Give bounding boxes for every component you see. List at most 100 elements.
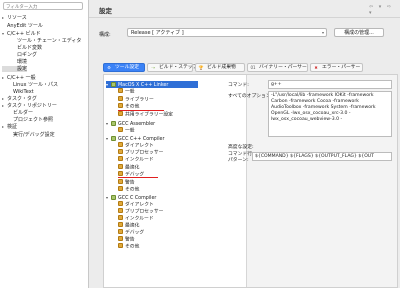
sidebar-item[interactable]: ▸ タスク・リポジトリー (2, 103, 57, 109)
tree-option-node[interactable]: その他 (118, 243, 198, 250)
sidebar-item[interactable]: WikiText (2, 89, 34, 95)
tab-3[interactable]: 01 バイナリー・パーサー (247, 63, 308, 72)
sidebar-item-label: WikiText (13, 89, 34, 95)
sidebar-item-label: タスク・タグ (7, 96, 37, 102)
all-options-label: すべてのオプション: (228, 94, 273, 99)
tree-node-label: プリプロセッサー (125, 150, 164, 156)
settings-category-icon (118, 96, 123, 101)
tree-node-label: ダイアレクト (125, 143, 154, 149)
tab-icon: 🏆 (198, 65, 204, 70)
sidebar-item-label: 実行/デバッグ設定 (13, 132, 55, 138)
tab-1[interactable]: ⇢ ビルド・ステップ (147, 63, 197, 72)
filter-input[interactable] (3, 2, 83, 10)
tree-tool-node[interactable]: ▾ GCC C Compiler (106, 194, 198, 201)
sidebar-item-label: C/C++ 一般 (7, 75, 36, 81)
tree-option-node[interactable]: 共用ライブラリー設定 (118, 111, 198, 118)
settings-category-icon (118, 208, 123, 213)
settings-category-icon (118, 179, 123, 184)
tree-node-label: 最適化 (125, 165, 140, 171)
command-label: コマンド: (228, 83, 249, 88)
tree-option-node[interactable]: 一般 (118, 88, 198, 95)
sidebar-item[interactable]: 環境 (2, 59, 27, 65)
tree-node-label: その他 (125, 104, 140, 110)
tab-4[interactable]: ✖ エラー・パーサー (310, 63, 363, 72)
sidebar-item[interactable]: ▸ タスク・タグ (2, 96, 37, 102)
settings-category-icon (118, 149, 123, 154)
sidebar-item[interactable]: ▸ 検証 (2, 124, 17, 130)
tree-node-label: 一般 (125, 128, 135, 134)
tree-option-node[interactable]: 最適化 (118, 164, 198, 171)
tool-icon (111, 135, 116, 141)
settings-category-icon (118, 201, 123, 206)
tree-tool-node[interactable]: ▾ MacOS X C++ Linker (106, 81, 198, 88)
sidebar-item[interactable]: ▾ C/C++ ビルド (2, 31, 41, 37)
tool-icon (111, 81, 116, 87)
command-pattern-field[interactable]: ${COMMAND} ${FLAGS} ${OUTPUT_FLAG} ${OUT (252, 152, 392, 161)
tree-option-node[interactable]: ダイアレクト (118, 142, 198, 149)
sidebar-item[interactable]: ビルド変数 (2, 45, 42, 51)
tree-node-label: 一般 (125, 89, 135, 95)
sidebar-item[interactable]: Linux ツール・パス (2, 82, 58, 88)
sidebar-item-label: C/C++ ビルド (7, 31, 41, 37)
tab-icon: 01 (250, 65, 256, 70)
tree-node-label: その他 (125, 244, 140, 250)
tab-icon: ⇢ (151, 65, 155, 70)
tree-option-node[interactable]: プリプロセッサー (118, 149, 198, 156)
sidebar-item[interactable]: AnyEdit ツール (2, 23, 43, 29)
tree-node-label: 警告 (125, 237, 135, 243)
tree-option-node[interactable]: ライブラリー (118, 96, 198, 103)
sidebar-item[interactable]: 設定 (2, 66, 28, 72)
tree-tool-node[interactable]: ▾ GCC Assembler (106, 120, 198, 127)
all-options-field[interactable]: -L"/usr/local/lib -framework IOKit -fram… (268, 91, 392, 137)
sidebar-item[interactable]: ▸ リソース (2, 15, 27, 21)
sidebar-item[interactable]: ビルダー (2, 110, 33, 116)
manage-configurations-button[interactable]: 構成の管理... (334, 28, 384, 37)
tree-node-label: 共用ライブラリー設定 (125, 112, 173, 118)
divider (89, 17, 400, 18)
settings-category-icon (118, 142, 123, 147)
command-field[interactable]: g++ (268, 80, 392, 89)
tree-option-node[interactable]: その他 (118, 186, 198, 193)
settings-category-icon (118, 171, 123, 176)
sidebar-item-label: プロジェクト参照 (13, 117, 54, 123)
tree-option-node[interactable]: インクルード (118, 215, 198, 222)
history-nav-icons[interactable]: ⇦ ▾ ⇨ ▾ (369, 4, 400, 16)
tree-option-node[interactable]: その他 (118, 103, 198, 110)
tree-option-node[interactable]: 警告 (118, 236, 198, 243)
sidebar-item-label: ツール・チェーン・エディタ (17, 38, 82, 44)
tab-label: バイナリー・パーサー (259, 65, 307, 70)
settings-category-icon (118, 156, 123, 161)
sidebar-item[interactable]: プロジェクト参照 (2, 117, 53, 123)
annotation-underline (118, 110, 164, 111)
sidebar-item[interactable]: ロギング (2, 52, 37, 58)
sidebar-item-label: AnyEdit ツール (7, 23, 43, 29)
tree-option-node[interactable]: ダイアレクト (118, 201, 198, 208)
page-title: 設定 (99, 7, 112, 15)
tree-option-node[interactable]: 一般 (118, 127, 198, 134)
settings-category-icon (118, 243, 123, 248)
tab-label: エラー・パーサー (322, 65, 361, 70)
tab-0[interactable]: ⚙ ツール設定 (103, 63, 145, 72)
settings-category-icon (118, 236, 123, 241)
tab-label: ビルド・ステップ (159, 65, 198, 70)
sidebar-item-label: ロギング (17, 52, 38, 58)
sidebar-item-label: 検証 (7, 124, 18, 130)
tree-node-label: デバッグ (125, 230, 145, 236)
expert-settings-label: 高度な設定: (228, 145, 254, 150)
sidebar-item[interactable]: ツール・チェーン・エディタ (2, 38, 81, 44)
tab-2[interactable]: 🏆 ビルド成果物 (195, 63, 245, 72)
sidebar-item-label: ビルダー (13, 110, 34, 116)
settings-category-icon (118, 215, 123, 220)
tree-tool-node[interactable]: ▾ GCC C++ Compiler (106, 135, 198, 142)
tree-option-node[interactable]: インクルード (118, 156, 198, 163)
tree-option-node[interactable]: デバッグ (118, 229, 198, 236)
config-select[interactable]: Release [ アクティブ ] ▾ (127, 28, 327, 37)
settings-category-icon (118, 164, 123, 169)
sidebar-item[interactable]: 実行/デバッグ設定 (2, 132, 55, 138)
tree-option-node[interactable]: プリプロセッサー (118, 208, 198, 215)
tree-option-node[interactable]: 警告 (118, 179, 198, 186)
tree-node-label: インクルード (125, 157, 154, 163)
sidebar-item-label: 環境 (17, 59, 28, 65)
sidebar-item[interactable]: ▸ C/C++ 一般 (2, 75, 36, 81)
tree-option-node[interactable]: 最適化 (118, 222, 198, 229)
